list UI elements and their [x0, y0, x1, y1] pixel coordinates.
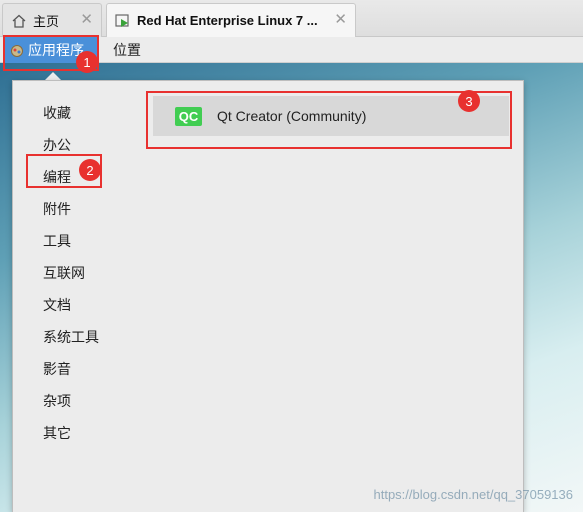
tab-home[interactable]: 主页 ✕: [2, 3, 102, 37]
places-menu-button[interactable]: 位置: [113, 40, 141, 60]
category-item[interactable]: 其它: [43, 423, 71, 443]
popup-arrow: [45, 72, 61, 80]
annotation-badge-2: 2: [79, 159, 101, 181]
tab-rhel-vm[interactable]: Red Hat Enterprise Linux 7 ... ✕: [106, 3, 356, 37]
annotation-badge-3: 3: [458, 90, 480, 112]
category-item[interactable]: 系统工具: [43, 327, 99, 347]
tab-label: 主页: [33, 15, 60, 30]
category-item[interactable]: 杂项: [43, 391, 71, 411]
category-item[interactable]: 办公: [43, 135, 71, 155]
category-item[interactable]: 附件: [43, 199, 71, 219]
category-item[interactable]: 文档: [43, 295, 71, 315]
close-icon[interactable]: ✕: [334, 12, 347, 27]
watermark: https://blog.csdn.net/qq_37059136: [373, 487, 574, 502]
vm-icon: [115, 13, 131, 29]
category-item[interactable]: 收藏: [43, 103, 71, 123]
tab-bar: 主页 ✕ Red Hat Enterprise Linux 7 ... ✕: [0, 0, 583, 37]
close-icon[interactable]: ✕: [80, 12, 93, 27]
tab-label: Red Hat Enterprise Linux 7 ...: [137, 13, 318, 28]
category-item[interactable]: 工具: [43, 231, 71, 251]
annotation-badge-1: 1: [76, 51, 98, 73]
category-item[interactable]: 互联网: [43, 263, 85, 283]
home-icon: [11, 13, 27, 29]
category-item[interactable]: 影音: [43, 359, 71, 379]
